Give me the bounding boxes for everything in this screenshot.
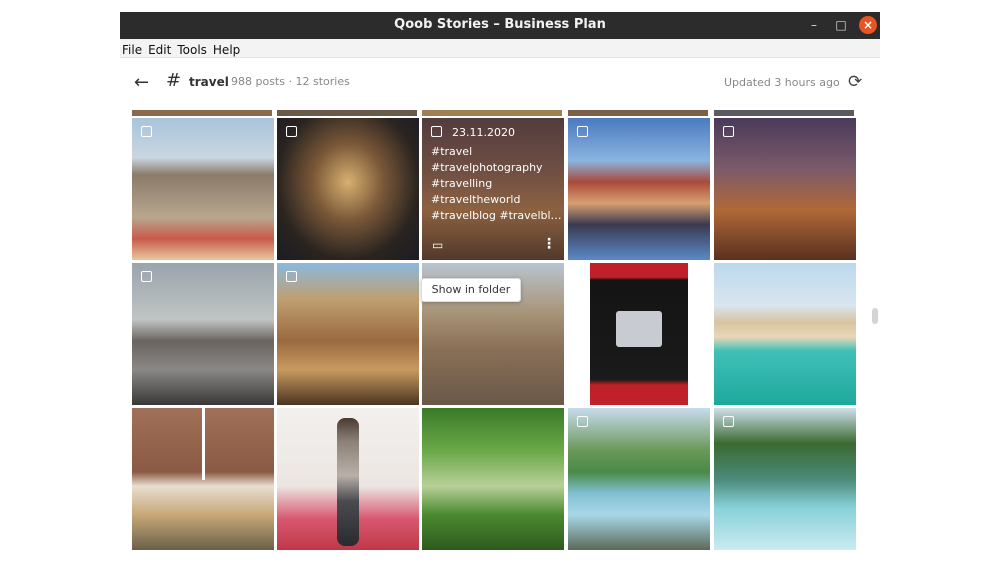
- partial-row-strip: [132, 110, 272, 116]
- menu-edit[interactable]: Edit: [146, 42, 175, 57]
- toolbar: ← # travel 988 posts · 12 stories Update…: [120, 58, 880, 111]
- post-tile[interactable]: [714, 263, 856, 405]
- post-tile[interactable]: [132, 408, 274, 550]
- menu-help[interactable]: Help: [211, 42, 244, 57]
- folder-icon[interactable]: ▭: [432, 238, 443, 252]
- hashtag-line: #travelblog #travelbl…: [431, 209, 562, 222]
- post-tile[interactable]: [277, 263, 419, 405]
- select-checkbox[interactable]: [577, 126, 588, 137]
- select-checkbox[interactable]: [286, 126, 297, 137]
- maximize-icon[interactable]: □: [832, 16, 850, 34]
- hashtag-line: #travel: [431, 145, 473, 158]
- close-icon[interactable]: ×: [859, 16, 877, 34]
- partial-row-strip: [568, 110, 708, 116]
- menu-file[interactable]: File: [120, 42, 146, 57]
- back-arrow-icon[interactable]: ←: [134, 72, 149, 93]
- app-window: Qoob Stories – Business Plan – □ × File E…: [120, 12, 880, 552]
- select-checkbox[interactable]: [723, 126, 734, 137]
- select-checkbox[interactable]: [141, 271, 152, 282]
- scrollbar-thumb[interactable]: [872, 308, 878, 324]
- post-date: 23.11.2020: [452, 126, 515, 139]
- menu-tools[interactable]: Tools: [175, 42, 211, 57]
- minimize-icon[interactable]: –: [805, 16, 823, 34]
- posts-grid: 23.11.2020 #travel #travelphotography #t…: [120, 110, 880, 552]
- post-tile[interactable]: [422, 408, 564, 550]
- post-tile[interactable]: [714, 408, 856, 550]
- select-checkbox[interactable]: [141, 126, 152, 137]
- post-tile[interactable]: [714, 118, 856, 260]
- post-tile[interactable]: [132, 118, 274, 260]
- post-tile[interactable]: [568, 408, 710, 550]
- post-tile[interactable]: [568, 118, 710, 260]
- select-checkbox[interactable]: [431, 126, 442, 137]
- show-in-folder-tooltip: Show in folder: [421, 278, 521, 302]
- window-title: Qoob Stories – Business Plan: [394, 17, 606, 32]
- hashtag-name: travel: [189, 75, 229, 89]
- post-tile-hovered[interactable]: 23.11.2020 #travel #travelphotography #t…: [422, 118, 564, 260]
- collage-divider: [202, 408, 205, 480]
- partial-row-strip: [422, 110, 562, 116]
- post-tile[interactable]: [277, 118, 419, 260]
- menu-bar: File Edit Tools Help: [120, 39, 880, 58]
- post-count: 988 posts · 12 stories: [231, 75, 350, 88]
- post-tile[interactable]: [132, 263, 274, 405]
- select-checkbox[interactable]: [286, 271, 297, 282]
- hashtag-icon: #: [166, 70, 182, 91]
- post-tile[interactable]: [568, 263, 710, 405]
- product-image: [616, 311, 662, 347]
- hashtag-line: #travelphotography: [431, 161, 543, 174]
- hashtag-line: #traveltheworld: [431, 193, 521, 206]
- more-options-icon[interactable]: ⋮: [542, 236, 556, 252]
- select-checkbox[interactable]: [577, 416, 588, 427]
- refresh-icon[interactable]: ⟳: [848, 72, 862, 92]
- partial-row-strip: [714, 110, 854, 116]
- select-checkbox[interactable]: [723, 416, 734, 427]
- title-bar: Qoob Stories – Business Plan – □ ×: [120, 12, 880, 39]
- updated-status: Updated 3 hours ago: [724, 76, 840, 89]
- hashtag-line: #travelling: [431, 177, 493, 190]
- person-figure: [337, 418, 359, 546]
- partial-row-strip: [277, 110, 417, 116]
- post-tile[interactable]: [277, 408, 419, 550]
